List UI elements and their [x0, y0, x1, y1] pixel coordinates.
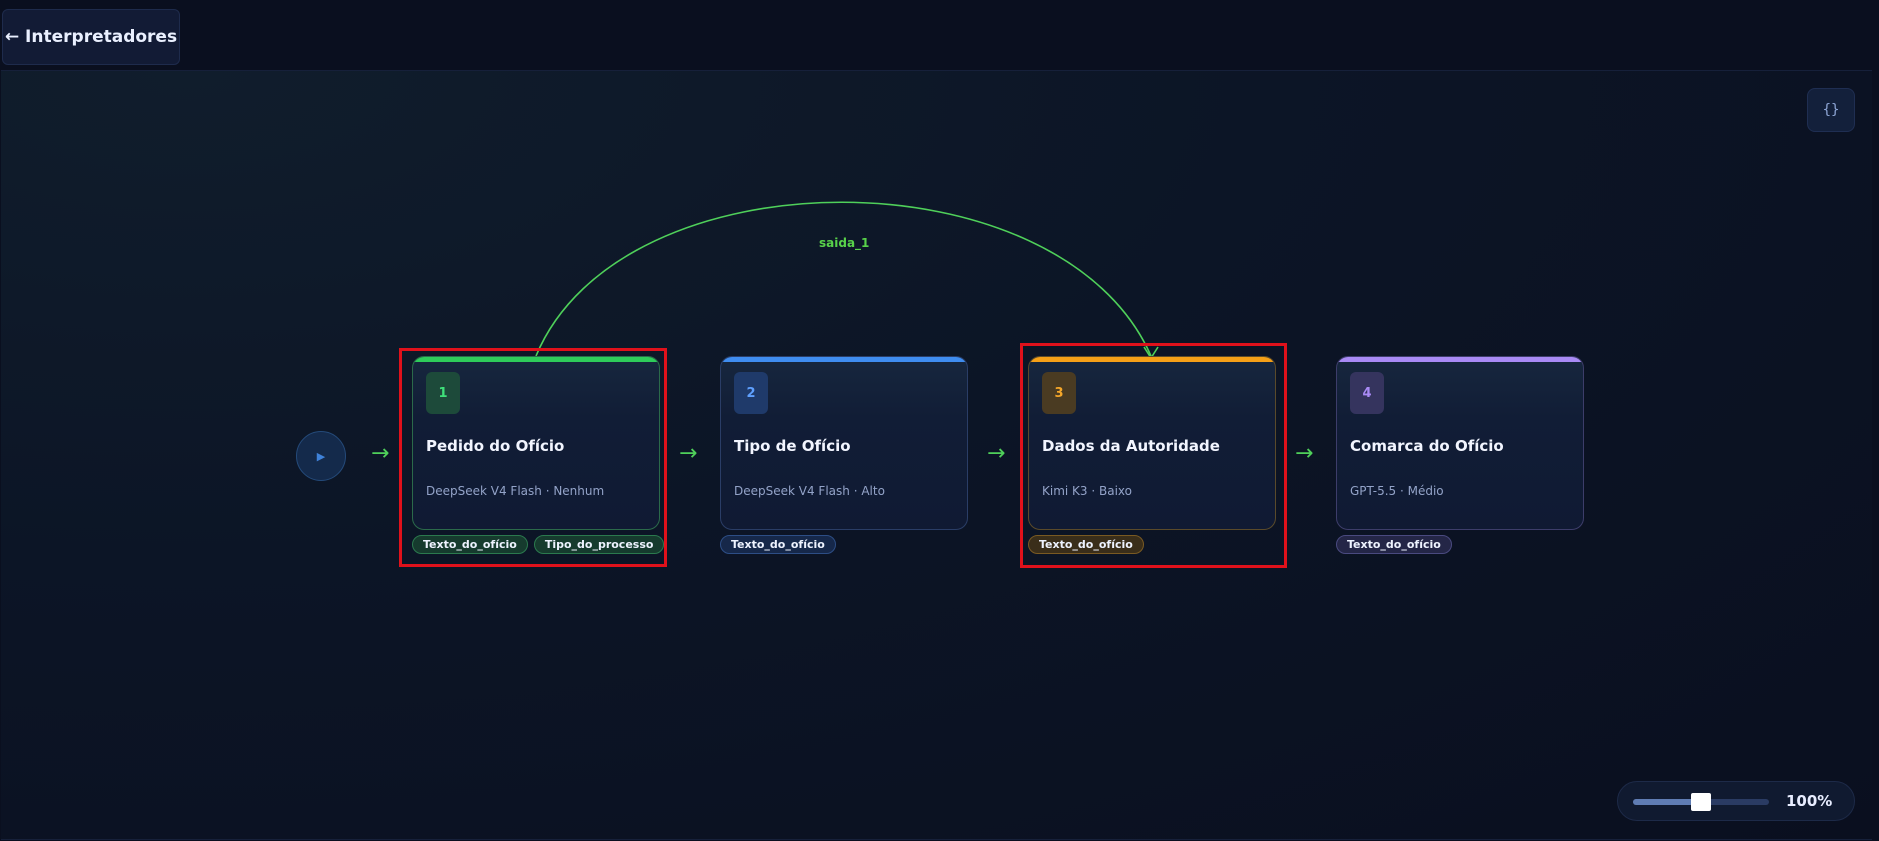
play-icon: ▶: [316, 449, 326, 463]
zoom-level-label: 100%: [1786, 792, 1833, 810]
node-accent-bar: [721, 357, 967, 362]
node-number-badge: 2: [734, 372, 768, 414]
node-tipo-de-oficio[interactable]: 2 Tipo de Ofício DeepSeek V4 Flash · Alt…: [720, 356, 968, 530]
node-number-badge: 4: [1350, 372, 1384, 414]
back-to-interpretadores-button[interactable]: ← Interpretadores: [2, 9, 180, 65]
zoom-slider-thumb[interactable]: [1691, 793, 1711, 811]
edge-label: saida_1: [819, 236, 870, 250]
json-view-button[interactable]: {}: [1807, 88, 1855, 132]
tag-chip[interactable]: Texto_do_ofício: [720, 535, 836, 554]
node-title: Comarca do Ofício: [1350, 437, 1504, 455]
flow-arrow: →: [679, 441, 698, 466]
edge-curve: [535, 201, 1152, 357]
start-node[interactable]: ▶: [296, 431, 346, 481]
node-tags: Texto_do_ofício: [1336, 535, 1452, 554]
node-title: Tipo de Ofício: [734, 437, 851, 455]
zoom-control: 100%: [1617, 781, 1855, 821]
flow-canvas[interactable]: {} saida_1 ▶ → → → → 1 Pedido do Ofício …: [1, 70, 1872, 840]
node-accent-bar: [1337, 357, 1583, 362]
node-tags: Texto_do_ofício: [720, 535, 836, 554]
selection-box: [1020, 343, 1287, 568]
tag-chip[interactable]: Texto_do_ofício: [1336, 535, 1452, 554]
selection-box: [399, 348, 667, 567]
flow-arrow: →: [1295, 441, 1314, 466]
flow-arrow: →: [987, 441, 1006, 466]
top-bar: ← Interpretadores: [0, 0, 1879, 70]
flow-arrow: →: [371, 441, 390, 466]
node-subtitle: GPT-5.5 · Médio: [1350, 484, 1444, 498]
node-subtitle: DeepSeek V4 Flash · Alto: [734, 484, 885, 498]
node-comarca-do-oficio[interactable]: 4 Comarca do Ofício GPT-5.5 · Médio: [1336, 356, 1584, 530]
